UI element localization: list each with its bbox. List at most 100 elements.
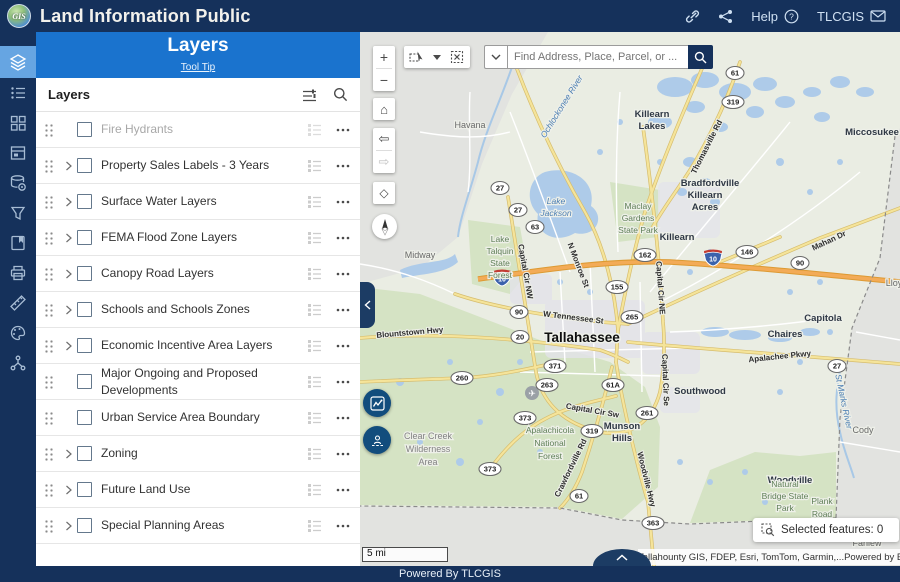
expand-layer-chevron[interactable] xyxy=(61,485,75,495)
clear-selection-button[interactable] xyxy=(444,46,470,68)
drag-handle-icon[interactable] xyxy=(44,303,54,317)
expand-layer-chevron[interactable] xyxy=(61,305,75,315)
layer-legend-icon[interactable] xyxy=(308,231,322,245)
rail-item-table[interactable] xyxy=(0,138,36,168)
arrange-layers-icon[interactable] xyxy=(302,88,317,102)
locate-button[interactable]: ◇ xyxy=(373,182,395,204)
layer-checkbox[interactable] xyxy=(77,158,92,173)
layer-legend-icon[interactable] xyxy=(308,411,322,425)
svg-text:Area: Area xyxy=(418,457,437,467)
layer-checkbox[interactable] xyxy=(77,374,92,389)
layer-options-icon[interactable] xyxy=(336,164,350,168)
layer-options-icon[interactable] xyxy=(336,272,350,276)
layer-legend-icon[interactable] xyxy=(308,267,322,281)
layer-checkbox[interactable] xyxy=(77,518,92,533)
rail-item-layers[interactable] xyxy=(0,46,36,78)
layer-options-icon[interactable] xyxy=(336,416,350,420)
home-button[interactable]: ⌂ xyxy=(373,98,395,120)
layer-options-icon[interactable] xyxy=(336,524,350,528)
layer-checkbox[interactable] xyxy=(77,122,92,137)
drag-handle-icon[interactable] xyxy=(44,375,54,389)
help-menu[interactable]: Help ? xyxy=(751,9,799,24)
layer-options-icon[interactable] xyxy=(336,452,350,456)
layer-legend-icon[interactable] xyxy=(308,195,322,209)
layer-checkbox[interactable] xyxy=(77,446,92,461)
search-source-dropdown[interactable] xyxy=(484,45,507,69)
link-icon[interactable] xyxy=(685,9,700,24)
rail-item-measure[interactable] xyxy=(0,288,36,318)
layer-legend-icon[interactable] xyxy=(308,339,322,353)
layer-legend-icon[interactable] xyxy=(308,159,322,173)
layer-legend-icon[interactable] xyxy=(308,447,322,461)
compass-needle-icon[interactable] xyxy=(376,218,394,236)
search-input[interactable] xyxy=(507,45,688,69)
zoom-in-button[interactable]: + xyxy=(373,46,395,68)
layer-legend-icon[interactable] xyxy=(308,519,322,533)
rail-item-network[interactable] xyxy=(0,348,36,378)
expand-layer-chevron[interactable] xyxy=(61,161,75,171)
zoom-out-button[interactable]: − xyxy=(373,69,395,91)
map-canvas[interactable]: ✈ 61319272763909020260146271621552653712… xyxy=(360,32,900,566)
expand-layer-chevron[interactable] xyxy=(61,269,75,279)
next-extent-button[interactable]: ⇨ xyxy=(373,151,395,173)
rail-item-filter[interactable] xyxy=(0,198,36,228)
layer-checkbox[interactable] xyxy=(77,410,92,425)
chart-widget-button[interactable] xyxy=(363,389,391,417)
expand-layer-chevron[interactable] xyxy=(61,197,75,207)
drag-handle-icon[interactable] xyxy=(44,411,54,425)
drag-handle-icon[interactable] xyxy=(44,231,54,245)
layer-options-icon[interactable] xyxy=(336,308,350,312)
svg-text:Killearn: Killearn xyxy=(688,190,723,201)
layer-checkbox[interactable] xyxy=(77,230,92,245)
rail-item-draw[interactable] xyxy=(0,318,36,348)
layer-legend-icon[interactable] xyxy=(308,123,322,137)
layer-options-icon[interactable] xyxy=(336,488,350,492)
search-button[interactable] xyxy=(688,45,713,69)
select-tool-dropdown[interactable] xyxy=(430,46,444,68)
expand-layer-chevron[interactable] xyxy=(61,449,75,459)
drag-handle-icon[interactable] xyxy=(44,159,54,173)
layer-checkbox[interactable] xyxy=(77,338,92,353)
rail-item-apps[interactable] xyxy=(0,108,36,138)
layer-legend-icon[interactable] xyxy=(308,303,322,317)
svg-text:Plank: Plank xyxy=(811,496,833,506)
nearby-widget-button[interactable] xyxy=(363,426,391,454)
layer-options-icon[interactable] xyxy=(336,200,350,204)
chart-icon xyxy=(370,396,385,411)
tool-tip-link[interactable]: Tool Tip xyxy=(181,62,215,73)
drag-handle-icon[interactable] xyxy=(44,267,54,281)
svg-text:371: 371 xyxy=(549,362,562,371)
layer-legend-icon[interactable] xyxy=(308,483,322,497)
expand-layer-chevron[interactable] xyxy=(61,341,75,351)
rail-item-print[interactable] xyxy=(0,258,36,288)
expand-layer-chevron[interactable] xyxy=(61,233,75,243)
layer-legend-icon[interactable] xyxy=(308,375,322,389)
layer-options-icon[interactable] xyxy=(336,344,350,348)
layer-checkbox[interactable] xyxy=(77,266,92,281)
expand-layer-chevron[interactable] xyxy=(61,521,75,531)
clear-selection-icon xyxy=(450,50,464,64)
drag-handle-icon[interactable] xyxy=(44,447,54,461)
layer-options-icon[interactable] xyxy=(336,236,350,240)
zoom-control: + − xyxy=(373,46,395,91)
select-tool-button[interactable] xyxy=(404,46,430,68)
search-layers-icon[interactable] xyxy=(333,87,348,102)
share-icon[interactable] xyxy=(718,9,733,24)
drag-handle-icon[interactable] xyxy=(44,483,54,497)
drag-handle-icon[interactable] xyxy=(44,195,54,209)
previous-extent-button[interactable]: ⇦ xyxy=(373,128,395,150)
drag-handle-icon[interactable] xyxy=(44,123,54,137)
rail-item-data[interactable] xyxy=(0,168,36,198)
layer-checkbox[interactable] xyxy=(77,194,92,209)
layer-checkbox[interactable] xyxy=(77,482,92,497)
rail-item-legend[interactable] xyxy=(0,78,36,108)
selected-features-badge[interactable]: Selected features: 0 xyxy=(753,518,899,542)
rail-item-bookmark[interactable] xyxy=(0,228,36,258)
layer-options-icon[interactable] xyxy=(336,128,350,132)
layer-options-icon[interactable] xyxy=(336,380,350,384)
layer-checkbox[interactable] xyxy=(77,302,92,317)
drag-handle-icon[interactable] xyxy=(44,519,54,533)
account-menu[interactable]: TLCGIS xyxy=(817,9,886,24)
collapse-panel-tab[interactable] xyxy=(360,282,375,328)
drag-handle-icon[interactable] xyxy=(44,339,54,353)
